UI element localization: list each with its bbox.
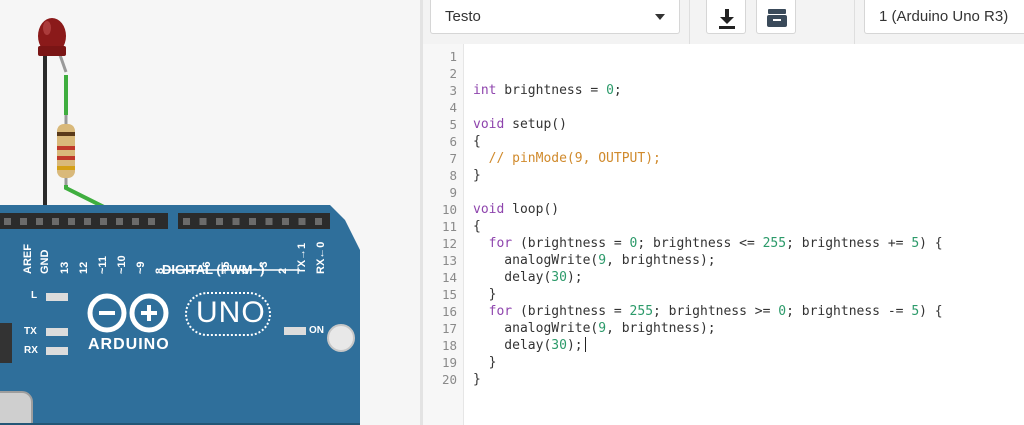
led-component[interactable] (38, 18, 68, 215)
pin-label: ~11 (97, 255, 109, 274)
download-icon (719, 9, 735, 29)
code-line-11: { (473, 219, 481, 234)
code-line-3: int brightness = 0; (473, 83, 622, 98)
code-editor-panel: Testo 1 (Arduino Uno R3) 1 2 3 4 5 6 7 8 9 10 11 12… (423, 0, 1024, 425)
brand-text: ARDUINO (88, 336, 170, 353)
mode-dropdown-value: Testo (445, 8, 481, 25)
line-number: 9 (449, 185, 457, 200)
model-text: UNO (196, 296, 266, 329)
device-dropdown[interactable]: 1 (Arduino Uno R3) (864, 0, 1024, 34)
line-number: 11 (441, 219, 457, 234)
reset-button[interactable] (327, 324, 355, 352)
line-number: 12 (441, 236, 457, 251)
code-line-19: } (473, 355, 497, 370)
pin-label: GND (39, 249, 51, 274)
led-label-rx: RX (24, 345, 38, 356)
mode-dropdown[interactable]: Testo (430, 0, 680, 34)
pin-label: ~10 (116, 255, 128, 274)
line-number: 15 (441, 287, 457, 302)
library-icon (767, 9, 787, 27)
pin-label: AREF (22, 244, 34, 274)
line-number: 2 (449, 66, 457, 81)
line-number: 20 (441, 372, 457, 387)
resistor-component[interactable] (57, 115, 75, 185)
code-line-13: analogWrite(9, brightness); (473, 253, 716, 268)
code-line-5: void setup() (473, 117, 567, 132)
code-line-18: delay(30); (473, 337, 586, 354)
code-line-17: analogWrite(9, brightness); (473, 321, 716, 336)
pin-label: ~9 (135, 261, 147, 274)
line-number: 1 (449, 49, 457, 64)
line-number: 17 (441, 321, 457, 336)
led-label-l: L (31, 290, 38, 301)
code-line-16: for (brightness = 255; brightness >= 0; … (488, 304, 943, 319)
line-number: 7 (449, 151, 457, 166)
pin-label: 12 (78, 261, 90, 274)
library-button[interactable] (756, 0, 796, 34)
code-line-20: } (473, 372, 481, 387)
line-number: 10 (441, 202, 457, 217)
line-number: 13 (441, 253, 457, 268)
code-line-6: { (473, 134, 481, 149)
pin-label: TX→1 (296, 242, 308, 274)
circuit-canvas[interactable]: AREF GND 13 12 ~11 ~10 ~9 8 7 ~6 ~5 4 ~3 2 TX→1 RX←0 DI… (0, 0, 420, 425)
code-line-15: } (473, 287, 497, 302)
text-cursor (584, 337, 586, 352)
code-line-10: void loop() (473, 202, 560, 217)
toolbar-separator (854, 0, 855, 44)
line-number: 8 (449, 168, 457, 183)
line-number: 4 (449, 100, 457, 115)
editor-toolbar: Testo 1 (Arduino Uno R3) (423, 0, 1024, 45)
line-number: 5 (449, 117, 457, 132)
code-line-7: // pinMode(9, OUTPUT); (488, 151, 661, 166)
line-number: 14 (441, 270, 457, 285)
pin-label: 13 (59, 261, 71, 274)
digital-label: DIGITAL (PWM~) (162, 262, 265, 277)
code-line-12: for (brightness = 0; brightness <= 255; … (488, 236, 943, 251)
code-line-14: delay(30); (473, 270, 583, 285)
pin-label: RX←0 (315, 241, 327, 274)
caret-down-icon (655, 14, 665, 20)
led-label-tx: TX (24, 326, 37, 337)
line-number: 6 (449, 134, 457, 149)
code-line-8: } (473, 168, 481, 183)
pin-label: 2 (277, 267, 289, 274)
line-number: 18 (441, 338, 457, 353)
line-number: 19 (441, 355, 457, 370)
toolbar-separator (689, 0, 690, 44)
line-number: 16 (441, 304, 457, 319)
download-button[interactable] (706, 0, 746, 34)
line-number: 3 (449, 83, 457, 98)
led-label-on: ON (309, 325, 324, 336)
circuit-drawing (0, 18, 360, 425)
line-number-gutter: 1 2 3 4 5 6 7 8 9 10 11 12 13 14 15 16 17 18 19 20 (423, 44, 464, 425)
code-area[interactable]: 1 2 3 4 5 6 7 8 9 10 11 12 13 14 15 16 17 18 19 20 int brig… (423, 44, 1024, 425)
device-dropdown-value: 1 (Arduino Uno R3) (879, 8, 1009, 25)
